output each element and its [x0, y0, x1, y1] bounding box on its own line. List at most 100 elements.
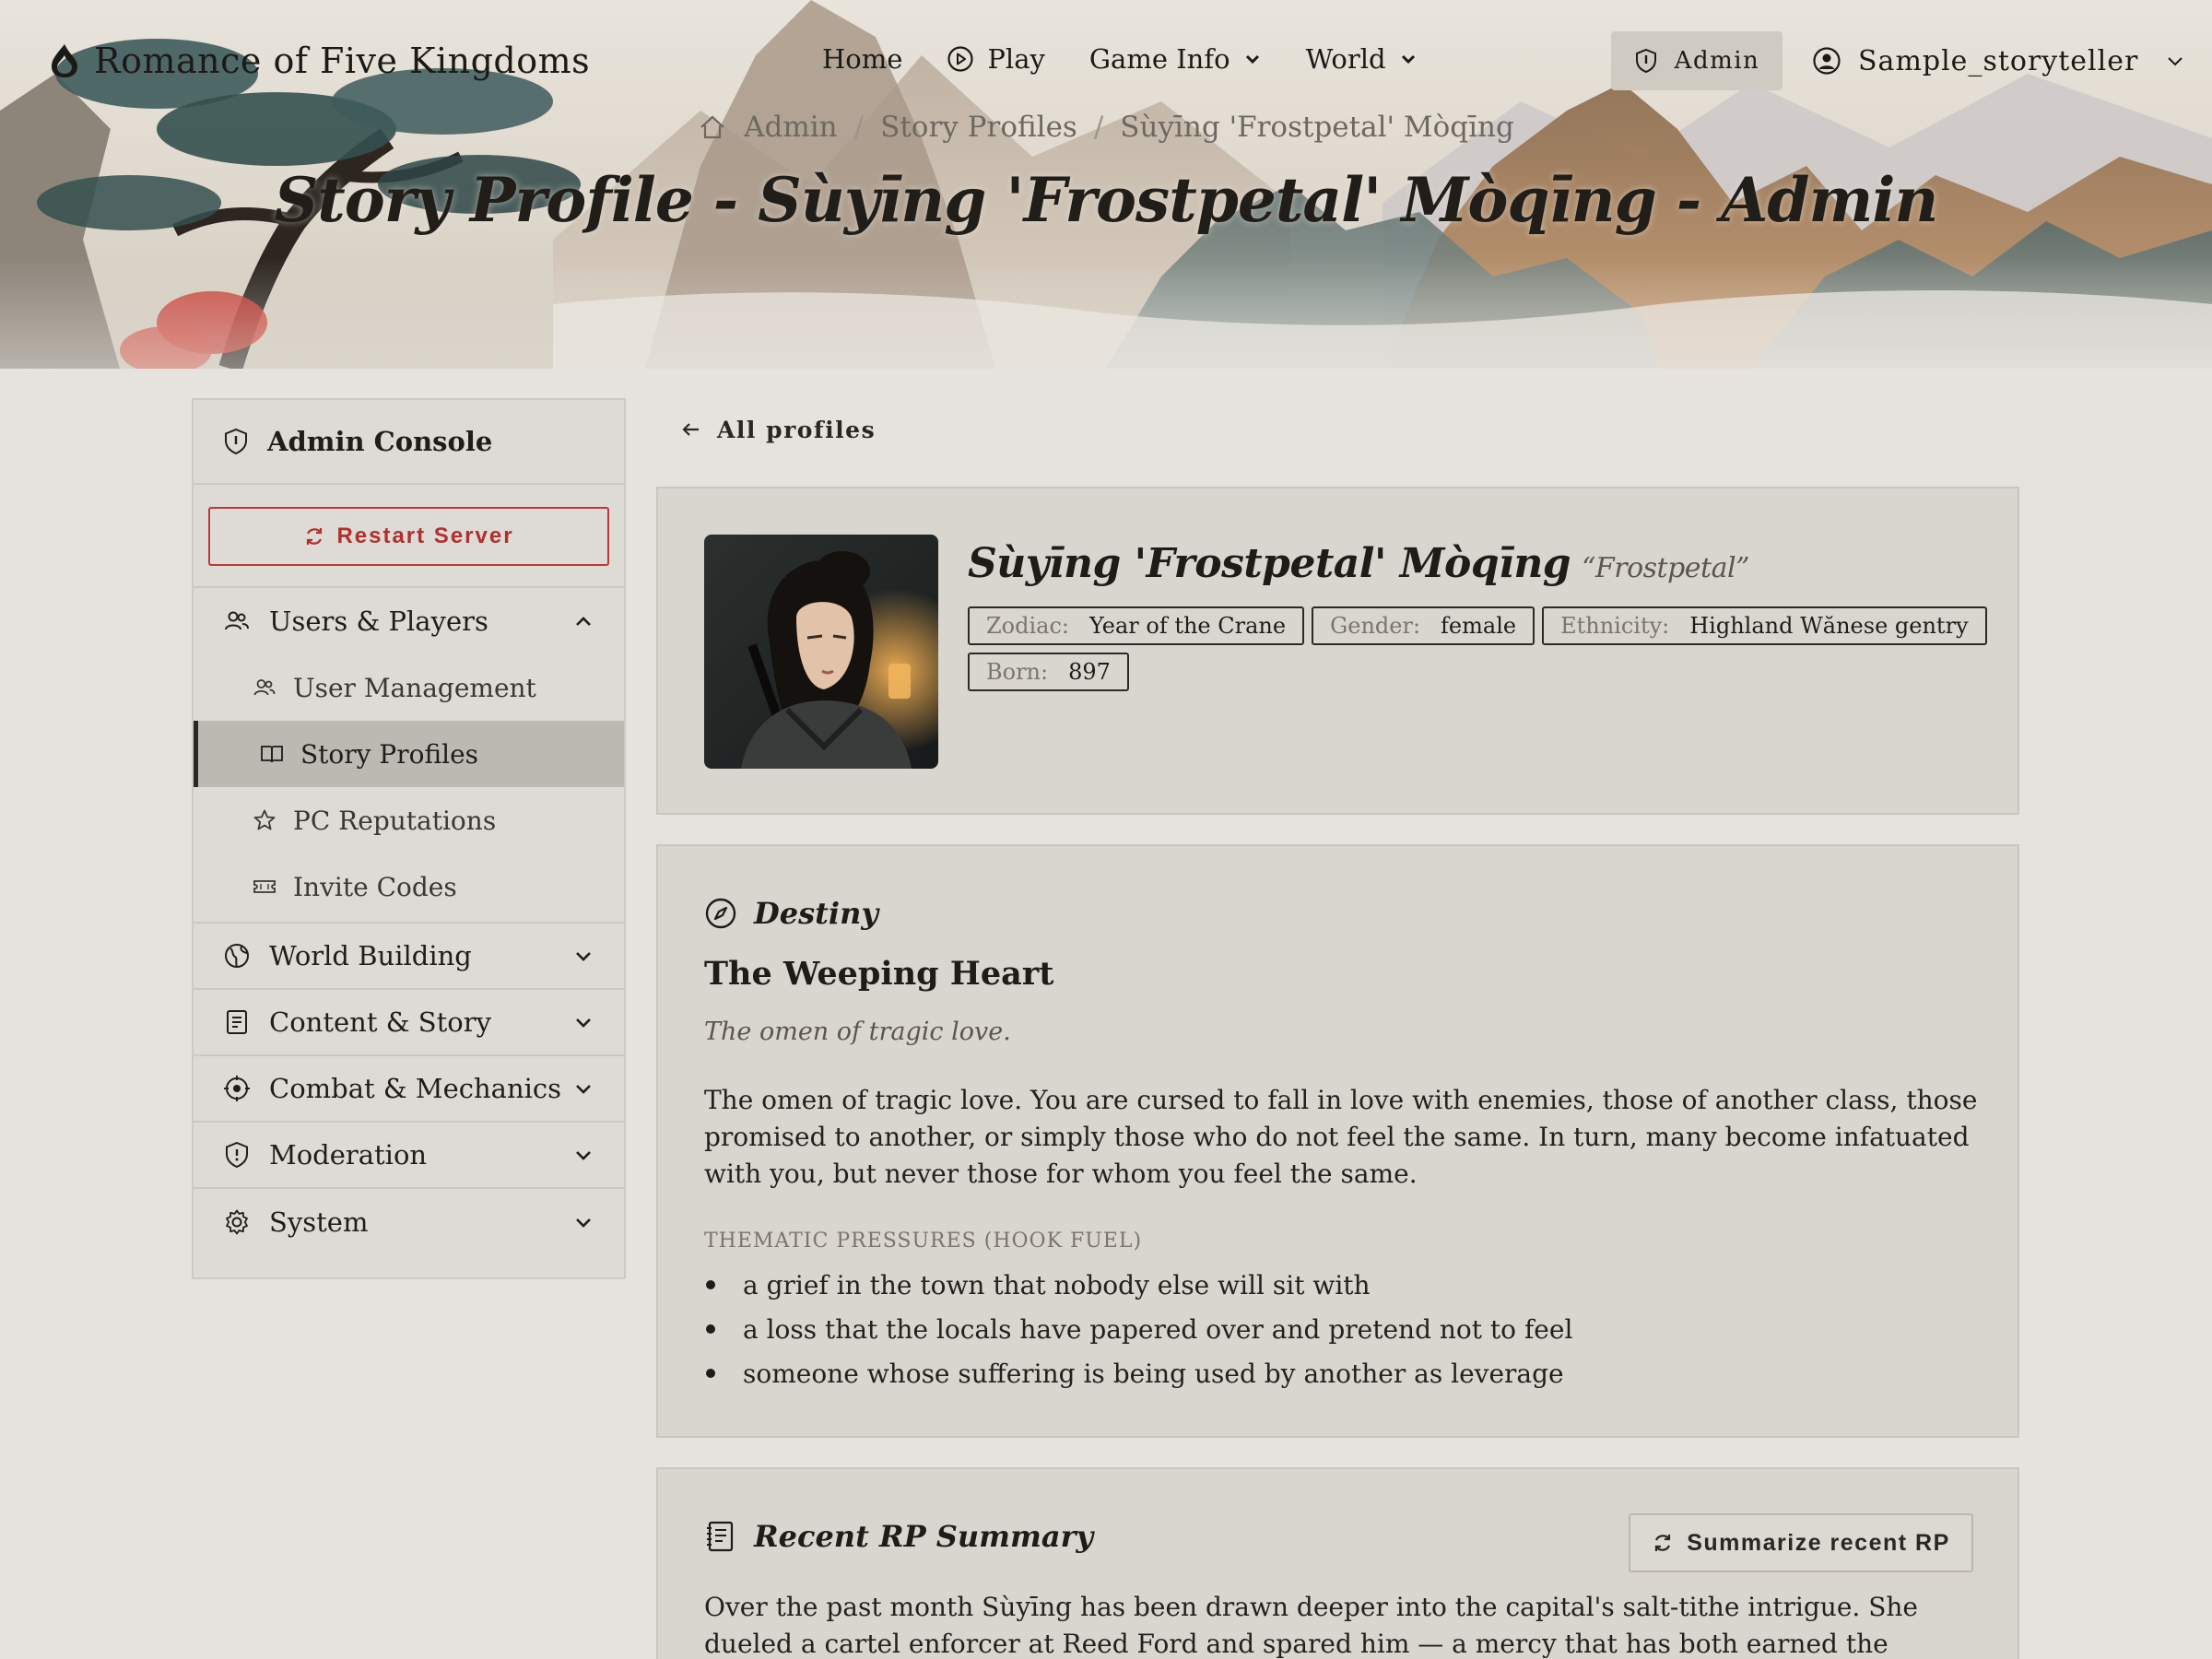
- destiny-name: The Weeping Heart: [704, 955, 1054, 993]
- nav-play[interactable]: Play: [947, 43, 1045, 75]
- sidebar-item-pc-reputations[interactable]: PC Reputations: [194, 787, 624, 853]
- sidebar-item-user-management[interactable]: User Management: [194, 654, 624, 721]
- character-portrait: [704, 535, 938, 769]
- destiny-heading-label: Destiny: [754, 896, 878, 931]
- refresh-icon: [1655, 1535, 1671, 1551]
- journal-icon: [707, 1521, 734, 1552]
- breadcrumb-admin[interactable]: Admin: [744, 111, 838, 144]
- sidebar-group-world-building[interactable]: World Building: [194, 924, 624, 990]
- tag-value: 897: [1068, 659, 1111, 685]
- sidebar-group-system[interactable]: System: [194, 1189, 624, 1255]
- chevron-down-icon: [576, 952, 591, 961]
- sidebar-group-label: Moderation: [269, 1139, 428, 1171]
- page-title: Story Profile - Sùyīng 'Frostpetal' Mòqī…: [274, 164, 1939, 236]
- star-icon: [253, 809, 276, 830]
- tag-key: Ethnicity:: [1560, 613, 1670, 639]
- list-item: someone whose suffering is being used by…: [704, 1351, 1985, 1395]
- nav-game-info-label: Game Info: [1088, 43, 1230, 75]
- sidebar-group-moderation[interactable]: Moderation: [194, 1123, 624, 1189]
- target-icon: [224, 1076, 250, 1101]
- shield-alert-icon: [226, 1141, 248, 1169]
- nav-world-label: World: [1305, 43, 1386, 75]
- destiny-card: Destiny The Weeping Heart The omen of tr…: [656, 844, 2019, 1438]
- nav-home[interactable]: Home: [822, 43, 902, 75]
- user-menu[interactable]: Sample_storyteller: [1812, 37, 2186, 85]
- sidebar-group-label: Users & Players: [269, 606, 488, 637]
- user-circle-icon: [1813, 47, 1841, 75]
- globe-icon: [225, 944, 249, 968]
- sidebar-group-label: Content & Story: [269, 1006, 491, 1038]
- home-icon[interactable]: [698, 113, 727, 141]
- admin-button[interactable]: Admin: [1611, 31, 1783, 90]
- thematic-pressures-label: THEMATIC PRESSURES (HOOK FUEL): [704, 1230, 1143, 1253]
- restart-section: Restart Server: [194, 485, 624, 588]
- tag-key: Born:: [986, 659, 1049, 685]
- document-icon: [227, 1010, 247, 1034]
- brand-name: Romance of Five Kingdoms: [94, 41, 591, 81]
- book-open-icon: [261, 746, 283, 763]
- tag-value: Year of the Crane: [1089, 613, 1287, 639]
- list-item: a grief in the town that nobody else wil…: [704, 1263, 1985, 1307]
- rp-summary-card: Recent RP Summary Summarize recent RP Ov…: [656, 1467, 2019, 1659]
- chevron-down-icon: [1245, 54, 1259, 65]
- back-link-label: All profiles: [717, 416, 877, 443]
- breadcrumb-separator: /: [1093, 111, 1104, 144]
- sidebar-item-label: PC Reputations: [293, 805, 497, 836]
- chevron-down-icon: [576, 1218, 591, 1228]
- chevron-down-icon: [1401, 54, 1415, 65]
- admin-label: Admin: [1674, 47, 1760, 75]
- users-icon: [253, 679, 276, 696]
- back-to-all-profiles-link[interactable]: All profiles: [680, 411, 876, 448]
- flame-icon: [52, 44, 77, 77]
- sidebar-item-label: User Management: [293, 672, 536, 703]
- chevron-down-icon: [576, 1151, 591, 1160]
- username: Sample_storyteller: [1858, 44, 2139, 77]
- compass-icon: [705, 898, 736, 929]
- character-nickname: “Frostpetal”: [1582, 552, 1749, 584]
- admin-sidebar: Admin Console Restart Server Users & Pla…: [192, 398, 626, 1279]
- tag-value: female: [1441, 613, 1517, 639]
- top-navbar: Romance of Five Kingdoms Home Play Game …: [0, 0, 2212, 120]
- sidebar-item-invite-codes[interactable]: Invite Codes: [194, 853, 624, 920]
- chevron-down-icon: [576, 1085, 591, 1094]
- tag-key: Gender:: [1330, 613, 1421, 639]
- tag-key: Zodiac:: [986, 613, 1069, 639]
- sidebar-group-label: System: [269, 1206, 369, 1238]
- brand-link[interactable]: Romance of Five Kingdoms: [48, 39, 590, 83]
- main-nav: Home Play Game Info World: [822, 35, 1418, 83]
- tag-gender: Gender: female: [1312, 606, 1535, 645]
- destiny-description: The omen of tragic love. You are cursed …: [704, 1085, 1978, 1189]
- breadcrumb-current: Sùyīng 'Frostpetal' Mòqīng: [1120, 111, 1514, 144]
- refresh-icon: [307, 528, 323, 545]
- rp-summary-text: Over the past month Sùyīng has been draw…: [704, 1592, 1918, 1659]
- hero-banner: Romance of Five Kingdoms Home Play Game …: [0, 0, 2212, 369]
- restart-server-button[interactable]: Restart Server: [208, 507, 609, 566]
- nav-game-info[interactable]: Game Info: [1089, 43, 1262, 75]
- sidebar-title: Admin Console: [267, 426, 493, 457]
- shield-icon: [225, 428, 247, 455]
- sidebar-group-users-toggle[interactable]: Users & Players: [194, 588, 624, 654]
- nav-home-label: Home: [822, 43, 903, 75]
- play-circle-icon: [947, 46, 974, 72]
- character-name-heading: Sùyīng 'Frostpetal' Mòqīng “Frostpetal”: [968, 540, 1749, 587]
- chevron-up-icon: [576, 617, 591, 626]
- sidebar-item-label: Story Profiles: [300, 738, 479, 770]
- destiny-heading: Destiny: [704, 896, 878, 931]
- sidebar-group-content-story[interactable]: Content & Story: [194, 990, 624, 1056]
- sidebar-header: Admin Console: [194, 400, 624, 485]
- character-name: Sùyīng 'Frostpetal' Mòqīng: [968, 540, 1571, 587]
- shield-icon: [1635, 48, 1656, 74]
- summarize-recent-rp-button[interactable]: Summarize recent RP: [1629, 1513, 1973, 1572]
- gear-icon: [226, 1209, 248, 1235]
- nav-world[interactable]: World: [1306, 43, 1418, 75]
- nav-play-label: Play: [987, 43, 1045, 75]
- list-item: a loss that the locals have papered over…: [704, 1307, 1985, 1351]
- profile-card: Sùyīng 'Frostpetal' Mòqīng “Frostpetal” …: [656, 487, 2019, 815]
- breadcrumb-story-profiles[interactable]: Story Profiles: [880, 111, 1077, 144]
- tag-value: Highland Wănese gentry: [1689, 613, 1969, 639]
- sidebar-item-story-profiles[interactable]: Story Profiles: [194, 721, 624, 787]
- arrow-left-icon: [682, 423, 699, 436]
- sidebar-group-label: World Building: [269, 940, 472, 971]
- chevron-down-icon: [2168, 57, 2183, 66]
- sidebar-group-combat-mechanics[interactable]: Combat & Mechanics: [194, 1056, 624, 1123]
